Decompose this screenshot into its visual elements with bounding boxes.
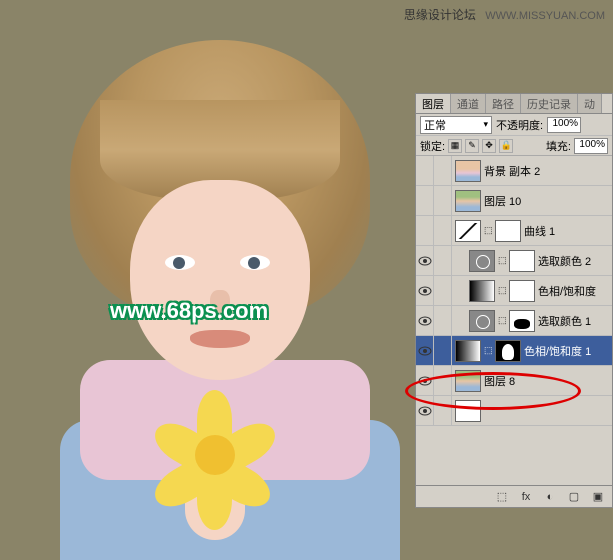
panel-tabs: 图层 通道 路径 历史记录 动 [416, 94, 612, 114]
fill-label: 填充: [546, 138, 571, 154]
layer-name-label[interactable]: 色相/饱和度 [538, 283, 596, 299]
lock-pixels-icon[interactable]: ✎ [465, 139, 479, 153]
child-figure [40, 40, 400, 528]
lock-transparency-icon[interactable]: ▦ [448, 139, 462, 153]
blend-mode-select[interactable]: 正常 [420, 116, 492, 134]
eye-icon [418, 406, 432, 416]
layer-thumbnail[interactable] [455, 400, 481, 422]
layer-thumbnail[interactable] [469, 310, 495, 332]
visibility-toggle[interactable] [416, 216, 434, 246]
tab-channels[interactable]: 通道 [451, 94, 486, 113]
layer-row[interactable]: 图层 10 [416, 186, 612, 216]
adjustment-layer-icon[interactable]: ▢ [566, 489, 582, 505]
layer-mask-thumbnail[interactable] [509, 280, 535, 302]
link-layers-icon[interactable]: ⬚ [494, 489, 510, 505]
layer-mask-thumbnail[interactable] [495, 340, 521, 362]
visibility-toggle[interactable] [416, 276, 434, 306]
layer-name-label[interactable]: 色相/饱和度 1 [524, 343, 591, 359]
layer-thumbnail[interactable] [455, 370, 481, 392]
panel-footer: ⬚ fx ◐ ▢ ▣ [416, 485, 612, 507]
link-col[interactable] [434, 306, 452, 336]
layer-mask-thumbnail[interactable] [495, 220, 521, 242]
watermark-center: www.68ps.com [110, 298, 268, 324]
eye-icon [418, 256, 432, 266]
layer-thumbnail[interactable] [455, 220, 481, 242]
tab-layers[interactable]: 图层 [416, 94, 451, 113]
link-col[interactable] [434, 366, 452, 396]
layer-row[interactable]: ⬚ 曲线 1 [416, 216, 612, 246]
tab-actions[interactable]: 动 [578, 94, 602, 113]
eye-icon [418, 376, 432, 386]
mask-link-icon[interactable]: ⬚ [498, 315, 506, 326]
fill-value[interactable]: 100% [574, 138, 608, 154]
link-col[interactable] [434, 336, 452, 366]
opacity-value[interactable]: 100% [547, 117, 581, 133]
layer-thumbnail[interactable] [455, 340, 481, 362]
link-col[interactable] [434, 246, 452, 276]
layer-name-label[interactable]: 图层 10 [484, 193, 521, 209]
eye-icon [418, 346, 432, 356]
layer-row[interactable] [416, 396, 612, 426]
blend-mode-value: 正常 [424, 117, 446, 133]
layer-thumbnail[interactable] [455, 160, 481, 182]
visibility-toggle[interactable] [416, 246, 434, 276]
visibility-toggle[interactable] [416, 306, 434, 336]
lock-all-icon[interactable]: 🔒 [499, 139, 513, 153]
visibility-toggle[interactable] [416, 336, 434, 366]
blend-opacity-row: 正常 不透明度: 100% [416, 114, 612, 136]
layer-mask-thumbnail[interactable] [509, 250, 535, 272]
layer-row[interactable]: ⬚ 选取颜色 2 [416, 246, 612, 276]
layer-thumbnail[interactable] [469, 280, 495, 302]
layer-row[interactable]: 图层 8 [416, 366, 612, 396]
layer-row[interactable]: ⬚ 选取颜色 1 [416, 306, 612, 336]
lock-fill-row: 锁定: ▦ ✎ ✥ 🔒 填充: 100% [416, 136, 612, 156]
layer-list: 背景 副本 2 图层 10 ⬚ 曲线 1 ⬚ 选取颜色 2 ⬚ 色相/饱和度 ⬚ 选取颜色 1 ⬚ 色… [416, 156, 612, 486]
lock-label: 锁定: [420, 138, 445, 154]
new-group-icon[interactable]: ▣ [590, 489, 606, 505]
layer-name-label[interactable]: 曲线 1 [524, 223, 555, 239]
eye-icon [418, 286, 432, 296]
tab-paths[interactable]: 路径 [486, 94, 521, 113]
layers-panel: 图层 通道 路径 历史记录 动 正常 不透明度: 100% 锁定: ▦ ✎ ✥ … [415, 93, 613, 508]
edited-photo [0, 20, 420, 508]
mask-link-icon[interactable]: ⬚ [484, 345, 492, 356]
lock-position-icon[interactable]: ✥ [482, 139, 496, 153]
watermark-top: 思缘设计论坛 WWW.MISSYUAN.COM [404, 6, 605, 23]
layer-effects-icon[interactable]: fx [518, 489, 534, 505]
visibility-toggle[interactable] [416, 396, 434, 426]
eye-icon [418, 316, 432, 326]
layer-row[interactable]: 背景 副本 2 [416, 156, 612, 186]
layer-thumbnail[interactable] [469, 250, 495, 272]
mask-link-icon[interactable]: ⬚ [498, 285, 506, 296]
link-col[interactable] [434, 396, 452, 426]
layer-name-label[interactable]: 背景 副本 2 [484, 163, 540, 179]
mask-link-icon[interactable]: ⬚ [484, 225, 492, 236]
layer-name-label[interactable]: 选取颜色 2 [538, 253, 591, 269]
visibility-toggle[interactable] [416, 366, 434, 396]
tab-history[interactable]: 历史记录 [521, 94, 578, 113]
layer-mask-thumbnail[interactable] [509, 310, 535, 332]
layer-thumbnail[interactable] [455, 190, 481, 212]
layer-mask-icon[interactable]: ◐ [542, 489, 558, 505]
link-col[interactable] [434, 276, 452, 306]
layer-row[interactable]: ⬚ 色相/饱和度 1 [416, 336, 612, 366]
link-col[interactable] [434, 156, 452, 186]
watermark-site-name: 思缘设计论坛 [404, 8, 476, 22]
opacity-label: 不透明度: [496, 117, 543, 133]
visibility-toggle[interactable] [416, 156, 434, 186]
layer-name-label[interactable]: 图层 8 [484, 373, 515, 389]
visibility-toggle[interactable] [416, 186, 434, 216]
layer-row[interactable]: ⬚ 色相/饱和度 [416, 276, 612, 306]
watermark-site-url: WWW.MISSYUAN.COM [485, 10, 605, 22]
layer-name-label[interactable]: 选取颜色 1 [538, 313, 591, 329]
mask-link-icon[interactable]: ⬚ [498, 255, 506, 266]
link-col[interactable] [434, 216, 452, 246]
link-col[interactable] [434, 186, 452, 216]
